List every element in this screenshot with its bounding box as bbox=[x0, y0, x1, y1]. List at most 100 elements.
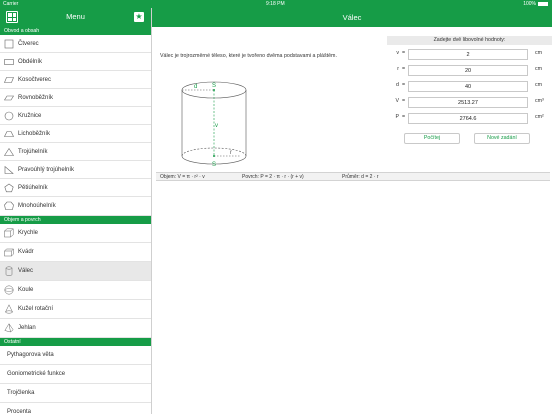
sidebar-item-kvadr[interactable]: Kvádr bbox=[0, 243, 151, 262]
field-label: v bbox=[396, 50, 399, 56]
sidebar-item-kuzel-rotacni[interactable]: Kužel rotační bbox=[0, 300, 151, 319]
sidebar-item-label: Kosočtverec bbox=[18, 77, 52, 83]
battery-label: 100% bbox=[523, 1, 536, 7]
field-row-r: r= cm bbox=[388, 65, 548, 76]
sidebar-item-rovnobeznik[interactable]: Rovnoběžník bbox=[0, 89, 151, 107]
sidebar-item-label: Procenta bbox=[7, 409, 32, 414]
sidebar-item-label: Obdélník bbox=[18, 59, 43, 65]
volume-input[interactable] bbox=[408, 97, 528, 108]
input-panel-title: Zadejte dvě libovolné hodnoty: bbox=[387, 36, 552, 45]
sidebar-item-label: Trojčlenka bbox=[7, 390, 35, 396]
cylinder-diagram: d S v r S bbox=[181, 81, 247, 168]
right-triangle-icon bbox=[4, 165, 14, 174]
cuboid-icon bbox=[4, 248, 14, 257]
sidebar-item-label: Pravoúhlý trojúhelník bbox=[18, 167, 75, 173]
field-row-d: d= cm bbox=[388, 81, 548, 92]
rectangle-icon bbox=[4, 59, 14, 65]
pyramid-icon bbox=[4, 323, 14, 333]
sidebar-item-goniometricke-funkce[interactable]: Goniometrické funkce bbox=[0, 365, 151, 384]
unit-label: cm bbox=[535, 66, 543, 72]
diagram-label-r: r bbox=[230, 150, 232, 156]
triangle-icon bbox=[4, 147, 14, 156]
sidebar-item-procenta[interactable]: Procenta bbox=[0, 403, 151, 414]
height-input[interactable] bbox=[408, 49, 528, 60]
diameter-input[interactable] bbox=[408, 81, 528, 92]
sidebar-item-label: Válec bbox=[18, 268, 34, 274]
sidebar-item-trojuhelnik[interactable]: Trojúhelník bbox=[0, 143, 151, 161]
square-icon bbox=[4, 39, 14, 49]
calculate-button[interactable]: Počítej bbox=[404, 133, 460, 144]
diameter-formula: Průměr: d = 2 · r bbox=[342, 174, 379, 180]
menu-title: Menu bbox=[66, 12, 85, 21]
sidebar-item-label: Mnohoúhelník bbox=[18, 203, 56, 209]
sphere-icon bbox=[4, 285, 14, 295]
sidebar-item-label: Koule bbox=[18, 287, 34, 293]
sidebar-item-valec[interactable]: Válec bbox=[0, 262, 151, 281]
sidebar-item-label: Jehlan bbox=[18, 325, 36, 331]
field-row-v: v= cm bbox=[388, 49, 548, 60]
main-content: Válec Válec je trojrozměrné těleso, kter… bbox=[152, 8, 552, 414]
volume-formula: Objem: V = π · r² · v bbox=[160, 174, 205, 180]
surface-input[interactable] bbox=[408, 113, 528, 124]
cone-icon bbox=[5, 304, 13, 314]
sidebar-item-label: Kvádr bbox=[18, 249, 34, 255]
carrier-label: Carrier bbox=[3, 1, 19, 7]
sidebar-item-kosoctverec[interactable]: Kosočtverec bbox=[0, 71, 151, 89]
pentagon-icon bbox=[4, 183, 14, 193]
sidebar-item-label: Goniometrické funkce bbox=[7, 371, 66, 377]
sidebar-item-kruznice[interactable]: Kružnice bbox=[0, 107, 151, 125]
page-title: Válec bbox=[152, 8, 552, 27]
sidebar-item-krychle[interactable]: Krychle bbox=[0, 224, 151, 243]
cube-icon bbox=[4, 228, 14, 238]
sidebar-item-ctverec[interactable]: Čtverec bbox=[0, 35, 151, 53]
sidebar-item-koule[interactable]: Koule bbox=[0, 281, 151, 300]
field-row-volume: V= cm³ bbox=[388, 97, 548, 108]
shape-description: Válec je trojrozměrné těleso, které je t… bbox=[160, 53, 337, 59]
diagram-label-d: d bbox=[194, 84, 197, 90]
trapezoid-icon bbox=[4, 131, 14, 137]
favorites-star-icon[interactable]: ★ bbox=[134, 12, 144, 22]
status-bar: Carrier 9:18 PM 100% bbox=[0, 0, 552, 8]
sidebar-item-label: Rovnoběžník bbox=[18, 95, 54, 101]
sidebar-item-petiuhelnik[interactable]: Pětiúhelník bbox=[0, 179, 151, 197]
sidebar-item-label: Trojúhelník bbox=[18, 149, 48, 155]
sidebar-item-lichobeznik[interactable]: Lichoběžník bbox=[0, 125, 151, 143]
section-header-objem-povrch: Objem a povrch bbox=[0, 216, 151, 224]
sidebar-item-jehlan[interactable]: Jehlan bbox=[0, 319, 151, 338]
sidebar: Menu ★ Obvod a obsah Čtverec Obdélník Ko… bbox=[0, 8, 152, 414]
sidebar-item-obdelnik[interactable]: Obdélník bbox=[0, 53, 151, 71]
unit-label: cm bbox=[535, 82, 543, 88]
rhombus-icon bbox=[4, 77, 14, 83]
sidebar-item-label: Krychle bbox=[18, 230, 39, 236]
radius-input[interactable] bbox=[408, 65, 528, 76]
parallelogram-icon bbox=[4, 95, 14, 101]
sidebar-item-label: Lichoběžník bbox=[18, 131, 51, 137]
unit-label: cm³ bbox=[535, 98, 544, 104]
sidebar-header: Menu ★ bbox=[0, 8, 151, 27]
new-input-button[interactable]: Nové zadání bbox=[474, 133, 530, 144]
formula-bar: Objem: V = π · r² · v Povrch: P = 2 · π … bbox=[156, 172, 550, 181]
field-label: d bbox=[396, 82, 399, 88]
field-label: V bbox=[395, 98, 399, 104]
surface-formula: Povrch: P = 2 · π · r · (r + v) bbox=[242, 174, 304, 180]
sidebar-item-label: Pythagorova věta bbox=[7, 352, 54, 358]
sidebar-item-label: Kružnice bbox=[18, 113, 42, 119]
battery-icon bbox=[538, 1, 548, 6]
section-header-obvod-obsah: Obvod a obsah bbox=[0, 27, 151, 35]
cylinder-icon bbox=[5, 266, 13, 276]
section-header-ostatni: Ostatní bbox=[0, 338, 151, 346]
sidebar-item-pythagorova-veta[interactable]: Pythagorova věta bbox=[0, 346, 151, 365]
field-row-surface: P= cm² bbox=[388, 113, 548, 124]
sidebar-item-mnohouhelnik[interactable]: Mnohoúhelník bbox=[0, 197, 151, 216]
sidebar-item-trojclenka[interactable]: Trojčlenka bbox=[0, 384, 151, 403]
sidebar-item-pravouhly-trojuhelnik[interactable]: Pravoúhlý trojúhelník bbox=[0, 161, 151, 179]
unit-label: cm bbox=[535, 50, 543, 56]
sidebar-item-label: Kužel rotační bbox=[18, 306, 54, 312]
battery-indicator: 100% bbox=[523, 1, 548, 7]
circle-icon bbox=[4, 111, 14, 121]
polygon-icon bbox=[4, 201, 14, 210]
diagram-label-s-top: S bbox=[212, 83, 216, 89]
unit-label: cm² bbox=[535, 114, 544, 120]
sidebar-item-label: Čtverec bbox=[18, 41, 39, 47]
field-label: P bbox=[395, 114, 399, 120]
